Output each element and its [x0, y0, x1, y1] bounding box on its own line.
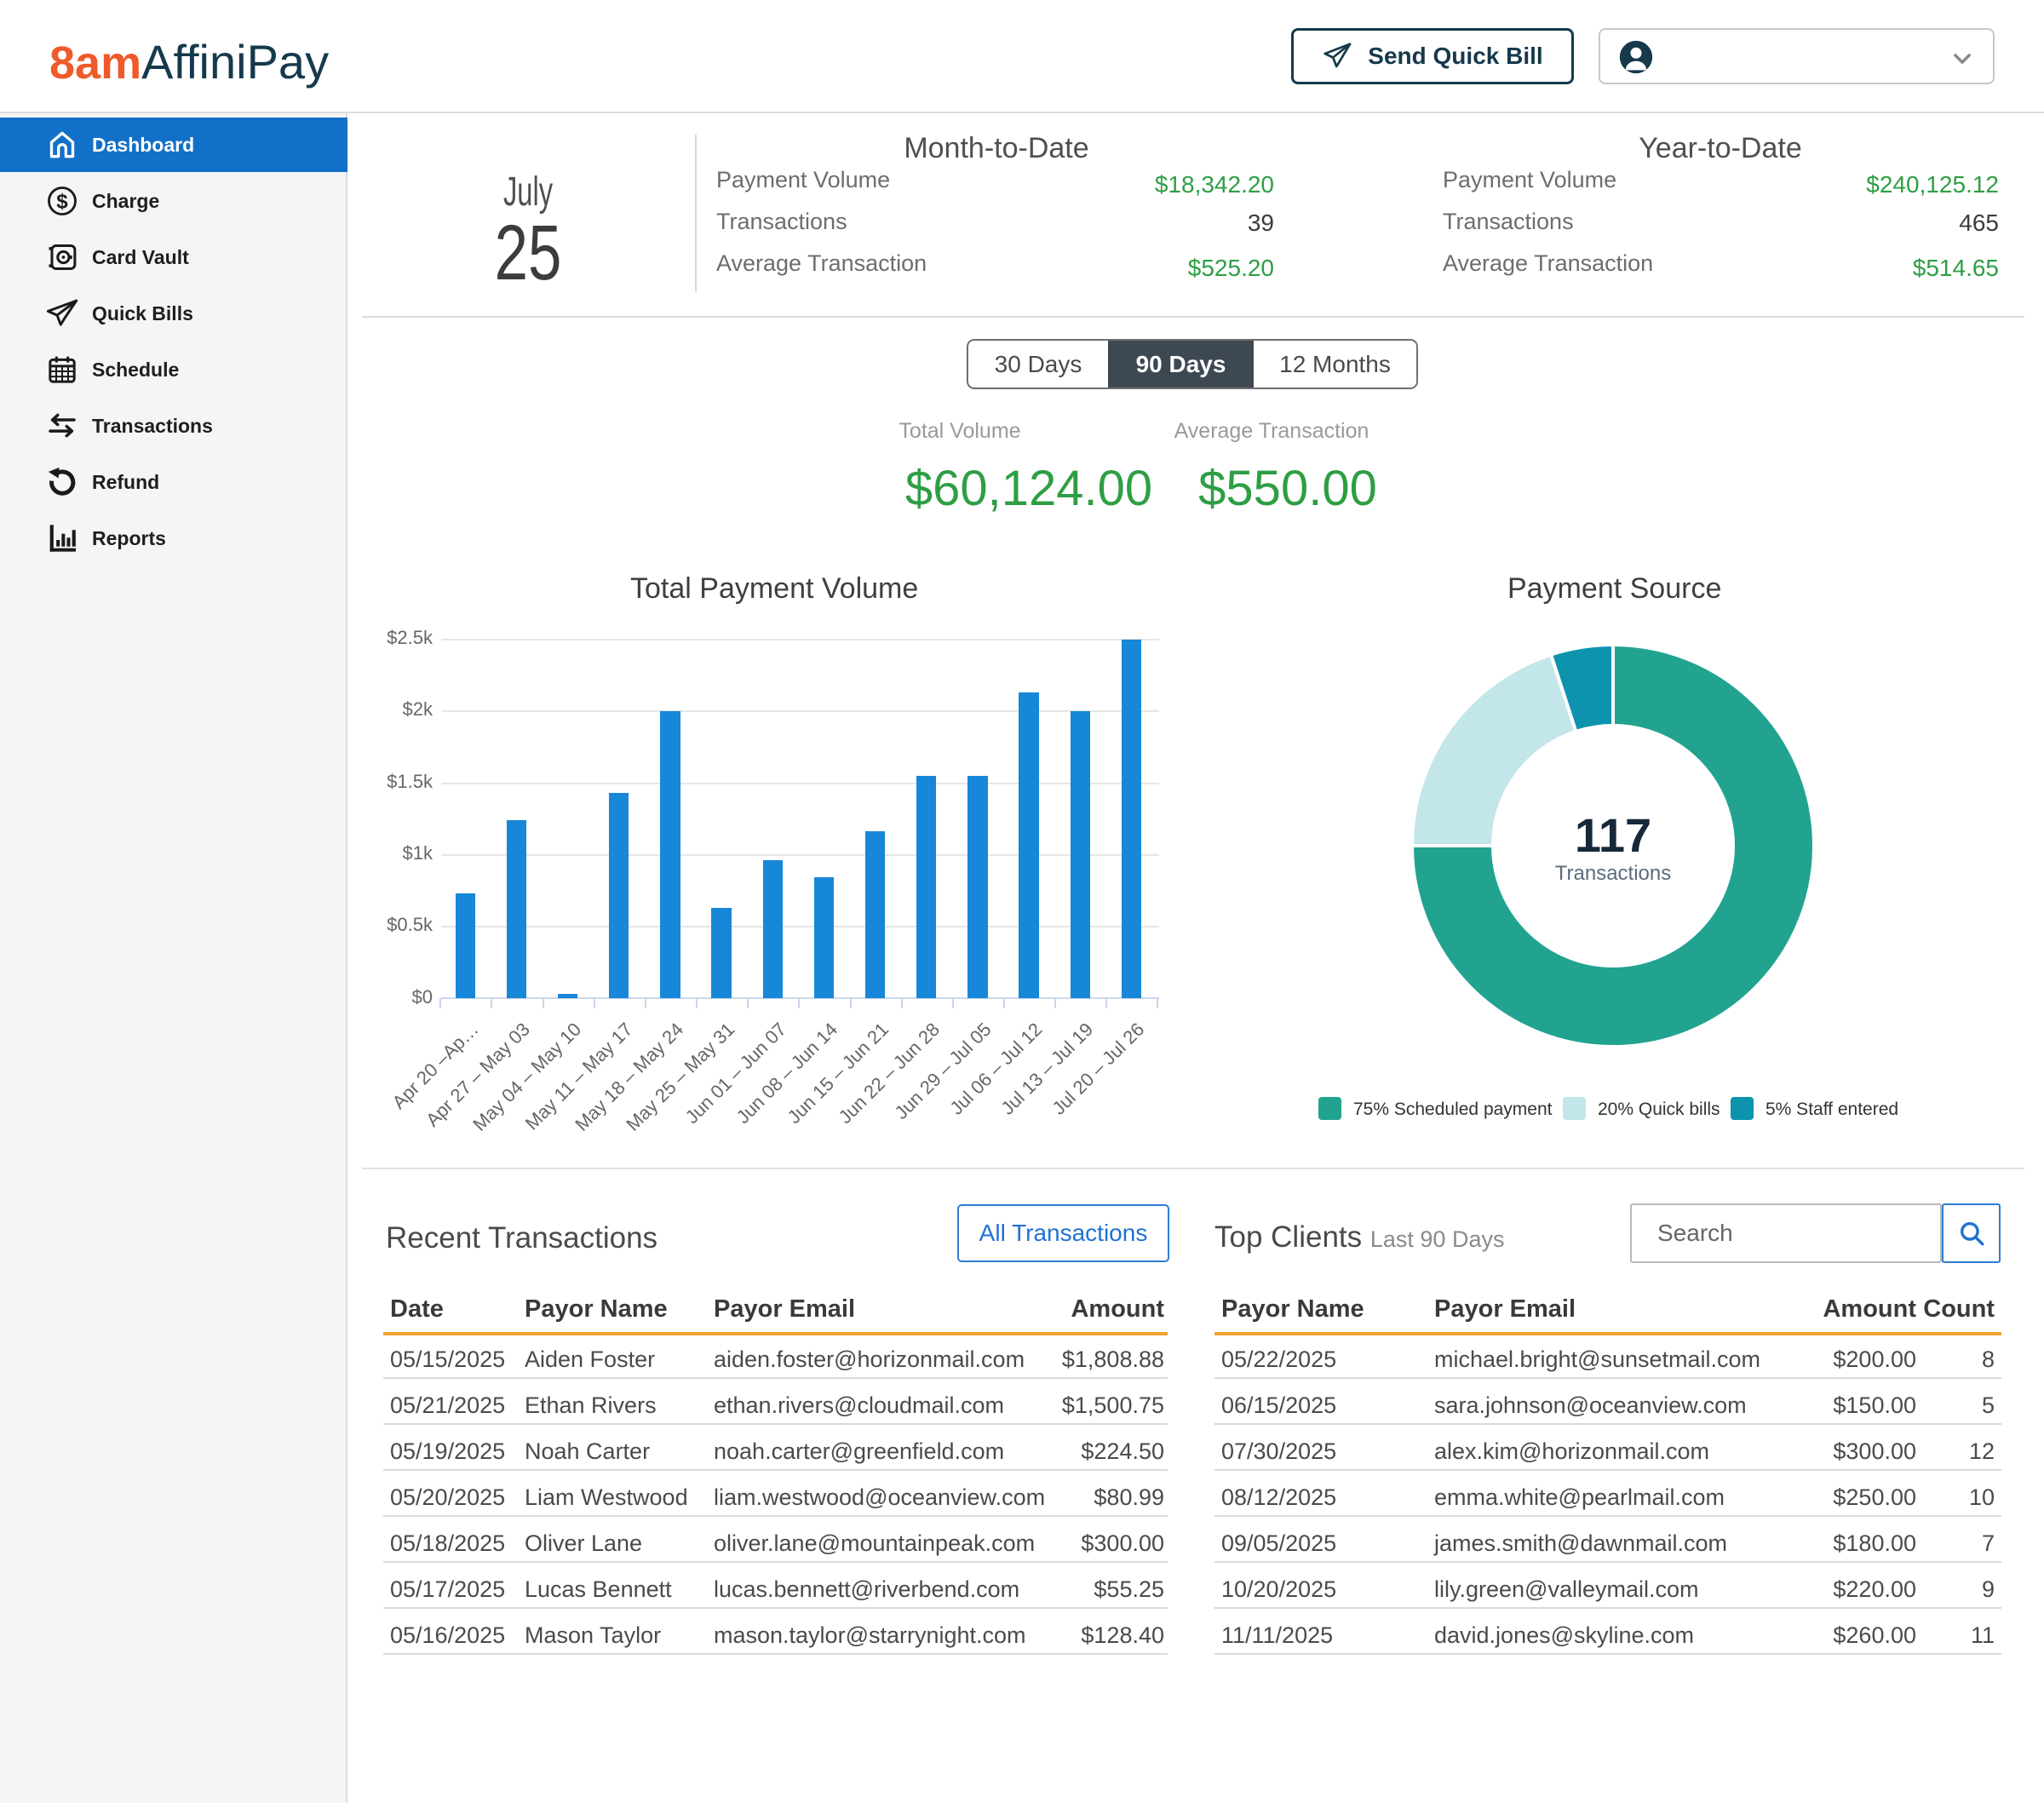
svg-text:$: $	[56, 191, 68, 214]
